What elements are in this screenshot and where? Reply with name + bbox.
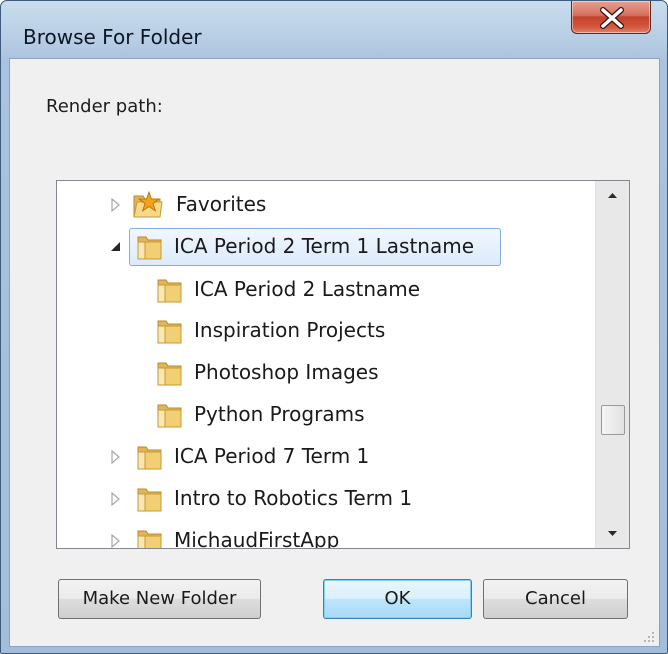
scroll-down-button[interactable] [596, 518, 629, 548]
scroll-thumb[interactable] [601, 405, 625, 435]
tree-item-label: ICA Period 2 Term 1 Lastname [174, 234, 474, 258]
tree-item-label: Inspiration Projects [194, 318, 386, 342]
favorites-folder-icon [133, 190, 163, 218]
folder-tree[interactable]: Favorites ICA Period 2 Term 1 Lastname I… [56, 180, 630, 549]
tree-item-michaudfirstapp[interactable]: MichaudFirstApp [57, 521, 597, 549]
tree-item-ica-period-2-lastname[interactable]: ICA Period 2 Lastname [57, 270, 597, 310]
scroll-down-arrow-icon [608, 531, 617, 536]
tree-item-inspiration-projects[interactable]: Inspiration Projects [57, 311, 597, 351]
close-button[interactable] [571, 1, 651, 34]
folder-icon [137, 236, 162, 260]
make-new-folder-button[interactable]: Make New Folder [58, 579, 261, 619]
folder-icon [157, 279, 182, 303]
vertical-scrollbar[interactable] [595, 181, 629, 548]
tree-item-label: Favorites [176, 192, 267, 216]
tree-item-intro-to-robotics-term-1[interactable]: Intro to Robotics Term 1 [57, 479, 597, 519]
tree-item-photoshop-images[interactable]: Photoshop Images [57, 353, 597, 393]
expand-arrow-icon[interactable] [110, 198, 122, 212]
tree-item-label: Python Programs [194, 402, 365, 426]
folder-icon [157, 320, 182, 344]
scroll-up-button[interactable] [596, 181, 629, 211]
scroll-up-arrow-icon [608, 193, 617, 198]
window-title: Browse For Folder [23, 25, 202, 49]
expand-arrow-icon[interactable] [110, 450, 122, 464]
folder-icon [137, 530, 162, 548]
prompt-label: Render path: [46, 96, 163, 117]
browse-for-folder-dialog: Browse For Folder Render path: Favorites [0, 0, 668, 654]
resize-grip-icon[interactable] [641, 629, 655, 643]
tree-item-label: ICA Period 2 Lastname [194, 277, 421, 301]
tree-item-label: ICA Period 7 Term 1 [174, 444, 370, 468]
folder-icon [157, 404, 182, 428]
tree-item-label: MichaudFirstApp [174, 528, 340, 549]
folder-icon [137, 488, 162, 512]
tree-item-ica-period-2-term-1-lastname[interactable]: ICA Period 2 Term 1 Lastname [57, 227, 597, 267]
tree-item-label: Intro to Robotics Term 1 [174, 486, 413, 510]
tree-item-label: Photoshop Images [194, 360, 379, 384]
close-icon [600, 7, 624, 29]
tree-item-ica-period-7-term-1[interactable]: ICA Period 7 Term 1 [57, 437, 597, 477]
title-bar[interactable]: Browse For Folder [1, 1, 667, 51]
collapse-arrow-icon[interactable] [110, 240, 122, 254]
folder-icon [137, 446, 162, 470]
ok-button[interactable]: OK [323, 579, 472, 619]
folder-icon [157, 362, 182, 386]
cancel-button[interactable]: Cancel [483, 579, 628, 619]
expand-arrow-icon[interactable] [110, 534, 122, 548]
tree-item-favorites[interactable]: Favorites [57, 185, 597, 225]
expand-arrow-icon[interactable] [110, 492, 122, 506]
tree-item-python-programs[interactable]: Python Programs [57, 395, 597, 435]
